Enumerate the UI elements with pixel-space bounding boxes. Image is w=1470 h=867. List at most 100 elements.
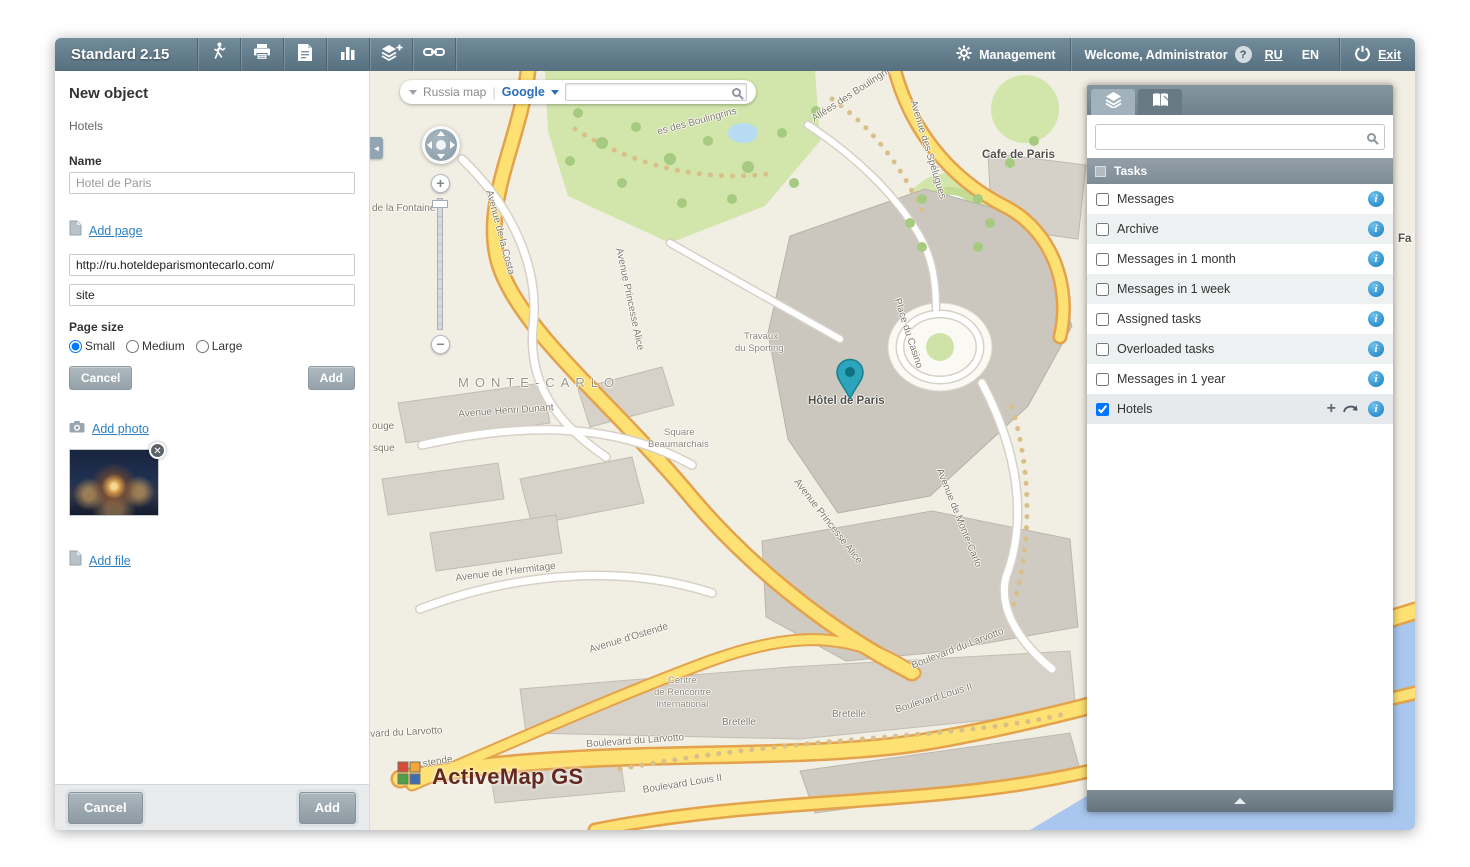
task-row[interactable]: Assigned tasks + i xyxy=(1087,304,1393,334)
map-label: Bretelle xyxy=(832,709,866,720)
remove-photo-button[interactable]: ✕ xyxy=(149,442,166,459)
panel-tabs xyxy=(1087,85,1393,115)
page-size-options: Small Medium Large xyxy=(69,339,355,353)
task-checkbox[interactable] xyxy=(1096,253,1109,266)
task-label: Messages xyxy=(1117,192,1360,206)
zoom-out-button[interactable]: − xyxy=(431,335,450,354)
add-page-link[interactable]: Add page xyxy=(89,224,143,238)
add-layer-button[interactable] xyxy=(370,38,412,71)
name-label: Name xyxy=(69,154,355,168)
task-row[interactable]: Hotels + i xyxy=(1087,394,1393,424)
size-option-large[interactable]: Large xyxy=(196,339,243,353)
link-button[interactable] xyxy=(413,38,455,71)
page-title: New object xyxy=(69,85,355,102)
help-button[interactable]: ? xyxy=(1235,46,1252,63)
task-checkbox[interactable] xyxy=(1096,223,1109,236)
provider-selector[interactable]: Google xyxy=(502,85,545,99)
tab-layers[interactable] xyxy=(1091,89,1135,115)
map-label: de Rencontre xyxy=(654,687,711,698)
lang-ru-link[interactable]: RU xyxy=(1259,48,1289,62)
info-icon[interactable]: i xyxy=(1368,251,1384,267)
info-icon[interactable]: i xyxy=(1368,281,1384,297)
divider xyxy=(455,38,456,71)
panel-search-wrap xyxy=(1087,115,1393,158)
collapse-form-button[interactable]: ◄ xyxy=(370,137,383,159)
info-icon[interactable]: i xyxy=(1368,341,1384,357)
pan-center-icon xyxy=(436,140,446,150)
app-window: Standard 2.15 xyxy=(55,38,1415,830)
hotel-photo-thumbnail[interactable]: ✕ xyxy=(69,449,159,516)
task-row[interactable]: Messages in 1 month + i xyxy=(1087,244,1393,274)
task-row[interactable]: Archive + i xyxy=(1087,214,1393,244)
info-icon[interactable]: i xyxy=(1368,311,1384,327)
task-row[interactable]: Messages + i xyxy=(1087,184,1393,214)
zoom-in-button[interactable]: + xyxy=(431,174,450,193)
topbar: Standard 2.15 xyxy=(55,38,1415,71)
info-icon[interactable]: i xyxy=(1368,191,1384,207)
add-button[interactable]: Add xyxy=(299,792,356,824)
layer-selector[interactable]: Russia map xyxy=(423,85,486,99)
task-label: Assigned tasks xyxy=(1117,312,1360,326)
management-menu[interactable]: Management xyxy=(942,38,1069,71)
add-file-link[interactable]: Add file xyxy=(89,554,131,568)
redo-arrow-icon[interactable] xyxy=(1342,402,1360,417)
page: Standard 2.15 xyxy=(0,0,1470,867)
object-category: Hotels xyxy=(69,119,355,133)
print-button[interactable] xyxy=(241,38,283,71)
pan-down-icon xyxy=(437,154,445,159)
map-label: ouge xyxy=(372,421,394,432)
divider: | xyxy=(492,85,495,100)
zoom-slider-track[interactable] xyxy=(437,198,443,330)
walking-person-icon xyxy=(211,42,227,67)
task-checkbox[interactable] xyxy=(1096,343,1109,356)
hotel-map-pin[interactable] xyxy=(835,358,865,405)
task-row[interactable]: Messages in 1 year + i xyxy=(1087,364,1393,394)
tasks-group-header[interactable]: Tasks xyxy=(1087,158,1393,184)
provider-dropdown-caret-icon[interactable] xyxy=(551,90,559,95)
new-object-panel: New object Hotels Name Add page Page siz… xyxy=(55,71,370,830)
size-option-medium[interactable]: Medium xyxy=(126,339,185,353)
info-icon[interactable]: i xyxy=(1368,401,1384,417)
map-label: sque xyxy=(373,443,395,454)
task-checkbox[interactable] xyxy=(1096,283,1109,296)
report-button[interactable] xyxy=(284,38,326,71)
route-tool-button[interactable] xyxy=(198,38,240,71)
size-option-small[interactable]: Small xyxy=(69,339,115,353)
task-checkbox[interactable] xyxy=(1096,313,1109,326)
info-icon[interactable]: i xyxy=(1368,371,1384,387)
task-checkbox[interactable] xyxy=(1096,193,1109,206)
layer-dropdown-caret-icon[interactable] xyxy=(409,90,417,95)
layers-panel: Tasks Messages + i Archive + i Messages … xyxy=(1087,85,1393,812)
lang-en-label: EN xyxy=(1296,48,1325,62)
panel-collapse-bar[interactable] xyxy=(1087,790,1393,812)
tab-journal[interactable] xyxy=(1138,89,1182,115)
task-checkbox[interactable] xyxy=(1096,403,1109,416)
task-checkbox[interactable] xyxy=(1096,373,1109,386)
exit-button[interactable]: Exit xyxy=(1340,38,1415,71)
name-input[interactable] xyxy=(69,172,355,194)
page-cancel-button[interactable]: Cancel xyxy=(69,366,132,390)
panel-search-input[interactable] xyxy=(1104,130,1367,144)
task-row[interactable]: Messages in 1 week + i xyxy=(1087,274,1393,304)
page-url-input[interactable] xyxy=(69,254,355,276)
cancel-button[interactable]: Cancel xyxy=(68,792,143,824)
activemap-cube-icon xyxy=(394,759,424,794)
page-title-input[interactable] xyxy=(69,284,355,306)
page-add-button[interactable]: Add xyxy=(308,366,355,390)
add-photo-link[interactable]: Add photo xyxy=(92,422,149,436)
map-search-box xyxy=(565,83,747,101)
add-object-icon[interactable]: + xyxy=(1327,402,1336,416)
task-label: Archive xyxy=(1117,222,1360,236)
search-icon[interactable] xyxy=(732,88,741,97)
panel-search-box xyxy=(1095,124,1385,150)
map-search-input[interactable] xyxy=(571,86,732,98)
task-row[interactable]: Overloaded tasks + i xyxy=(1087,334,1393,364)
task-label: Messages in 1 year xyxy=(1117,372,1360,386)
info-icon[interactable]: i xyxy=(1368,221,1384,237)
statistics-button[interactable] xyxy=(327,38,369,71)
map-pan-control[interactable] xyxy=(422,126,460,164)
printer-icon xyxy=(252,43,272,66)
search-icon[interactable] xyxy=(1367,133,1376,142)
zoom-slider-knob[interactable] xyxy=(432,200,448,208)
tasks-group-checkbox[interactable] xyxy=(1095,166,1106,177)
